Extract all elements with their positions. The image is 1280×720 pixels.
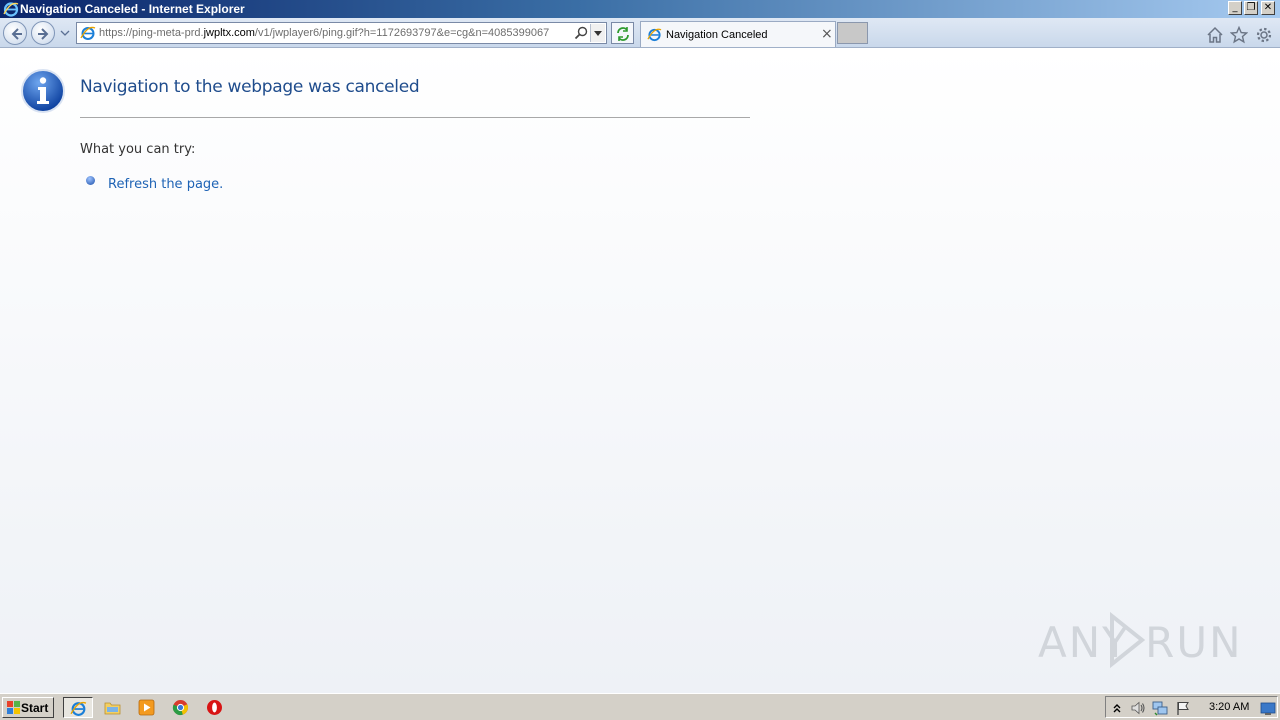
refresh-page-link[interactable]: Refresh the page.	[108, 177, 223, 192]
minimize-button[interactable]: _	[1228, 1, 1242, 15]
address-dropdown-button[interactable]	[590, 24, 605, 42]
url-domain: jwpltx.com	[203, 27, 255, 39]
new-tab-button[interactable]	[837, 22, 868, 44]
start-label: Start	[21, 701, 49, 715]
tab-label: Navigation Canceled	[666, 29, 768, 41]
clock[interactable]: 3:20 AM	[1209, 701, 1249, 713]
show-desktop-icon[interactable]	[1260, 701, 1276, 717]
tab-close-icon[interactable]: ×	[821, 26, 833, 42]
navigation-bar: https://ping-meta-prd.jwpltx.com/v1/jwpl…	[0, 18, 1280, 48]
chrome-icon	[172, 700, 188, 715]
folder-icon	[104, 702, 121, 715]
history-dropdown-icon[interactable]	[60, 28, 70, 38]
tab-ie-icon	[647, 28, 662, 42]
close-button[interactable]: ✕	[1261, 1, 1275, 15]
windows-logo-icon	[7, 701, 20, 714]
suggestions-label: What you can try:	[80, 142, 196, 157]
divider	[80, 117, 750, 118]
page-content: Navigation to the webpage was canceled W…	[0, 48, 1280, 693]
page-title: Navigation to the webpage was canceled	[80, 77, 420, 97]
url-prefix: https://ping-meta-prd.	[99, 27, 204, 39]
back-button[interactable]	[3, 21, 27, 45]
restore-button[interactable]: ❐	[1244, 1, 1258, 15]
bullet-icon	[86, 176, 95, 185]
taskbar: Start 3:20 AM	[0, 693, 1280, 720]
system-tray: 3:20 AM	[1105, 696, 1278, 718]
refresh-button[interactable]	[611, 22, 634, 44]
internet-explorer-icon	[70, 701, 87, 716]
opera-icon	[207, 700, 222, 715]
action-center-flag-icon[interactable]	[1175, 700, 1191, 716]
address-bar[interactable]: https://ping-meta-prd.jwpltx.com/v1/jwpl…	[76, 22, 607, 44]
refresh-icon	[617, 27, 629, 41]
start-button[interactable]: Start	[2, 697, 54, 718]
taskbar-internet-explorer[interactable]	[63, 697, 93, 718]
forward-arrow-icon	[38, 28, 49, 40]
media-player-icon	[138, 699, 155, 716]
tab-navigation-canceled[interactable]: Navigation Canceled ×	[640, 21, 836, 47]
tools-icon[interactable]	[1255, 26, 1273, 44]
url-path: /v1/jwplayer6/ping.gif?h=1172693797&e=cg…	[254, 27, 549, 39]
volume-icon[interactable]	[1130, 700, 1146, 716]
page-ie-icon	[80, 26, 96, 40]
taskbar-opera[interactable]	[200, 697, 230, 718]
title-bar: Navigation Canceled - Internet Explorer …	[0, 0, 1280, 18]
internet-explorer-icon	[3, 2, 19, 17]
network-icon[interactable]	[1152, 700, 1168, 716]
back-arrow-icon	[11, 28, 22, 40]
search-icon[interactable]	[574, 26, 588, 40]
show-hidden-icons-icon[interactable]	[1109, 700, 1125, 716]
info-icon	[21, 69, 65, 113]
taskbar-media-player[interactable]	[132, 697, 162, 718]
home-icon[interactable]	[1206, 26, 1224, 44]
favorites-icon[interactable]	[1230, 26, 1248, 44]
window-title: Navigation Canceled - Internet Explorer	[20, 2, 245, 16]
address-url[interactable]: https://ping-meta-prd.jwpltx.com/v1/jwpl…	[99, 27, 549, 39]
taskbar-file-explorer[interactable]	[98, 697, 128, 718]
taskbar-chrome[interactable]	[166, 697, 196, 718]
forward-button[interactable]	[31, 21, 55, 45]
anyrun-watermark: ANY RUN	[1038, 611, 1238, 669]
